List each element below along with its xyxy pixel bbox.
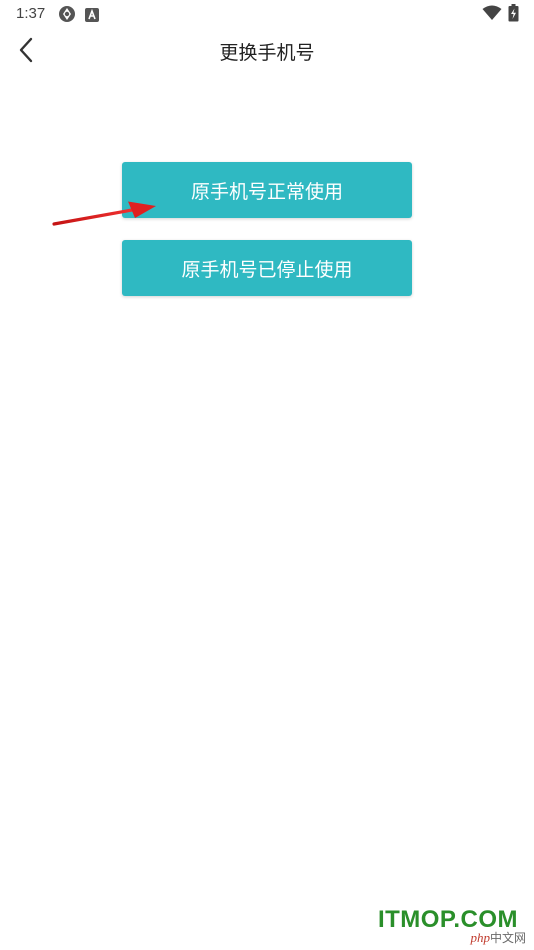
- option-normal-use-button[interactable]: 原手机号正常使用: [122, 162, 412, 218]
- app-notification-icon: [85, 7, 99, 26]
- watermark: ITMOP.COM php中文网: [366, 906, 526, 946]
- page-title: 更换手机号: [219, 42, 315, 64]
- wifi-icon: [482, 5, 502, 25]
- watermark-sub: php中文网: [470, 929, 526, 946]
- status-time: 1:37: [16, 5, 46, 22]
- app-bar: 更换手机号: [0, 28, 534, 74]
- option-stopped-use-button[interactable]: 原手机号已停止使用: [122, 240, 412, 296]
- watermark-php: php: [470, 930, 490, 945]
- annotation-arrow-icon: [50, 198, 162, 234]
- status-bar: 1:37: [0, 0, 534, 28]
- battery-charging-icon: [508, 4, 519, 26]
- watermark-cn: 中文网: [489, 931, 526, 945]
- sync-icon: [58, 5, 76, 27]
